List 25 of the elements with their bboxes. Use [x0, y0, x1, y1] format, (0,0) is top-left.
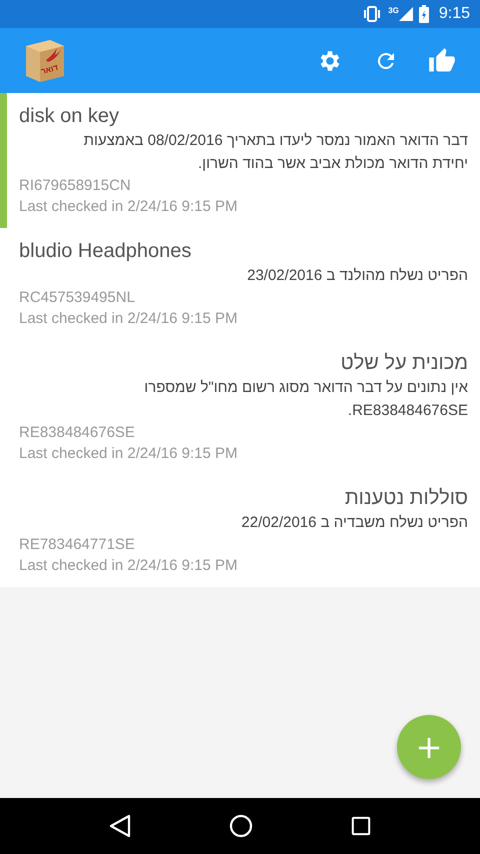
clock: 9:15	[438, 5, 470, 23]
network-type: 3G	[388, 6, 399, 15]
signal-icon	[398, 7, 413, 21]
tracking-number: RE838484676SE	[19, 423, 136, 443]
package-status: אין נתונים על דבר הדואר מסוג רשום מחו"ל שמספרו RE838484676SE.	[143, 378, 468, 421]
package-title: disk on key	[19, 104, 120, 129]
package-title: bludio Headphones	[19, 239, 192, 264]
vibrate-icon	[362, 6, 382, 22]
last-checked: Last checked in 2/24/16 9:15 PM	[19, 444, 238, 464]
last-checked: Last checked in 2/24/16 9:15 PM	[19, 556, 238, 576]
package-status: הפריט נשלח משבדיה ב 22/02/2016	[240, 513, 468, 533]
home-icon[interactable]	[229, 814, 253, 838]
back-icon[interactable]	[109, 814, 131, 838]
package-status: דבר הדואר האמור נמסר ליעדו בתאריך 08/02/2016 באמצעות יחידת הדואר מכולת אביב אשר בהוד השרון.	[82, 131, 468, 174]
last-checked: Last checked in 2/24/16 9:15 PM	[19, 309, 238, 329]
tracking-number: RC457539495NL	[19, 288, 136, 308]
last-checked: Last checked in 2/24/16 9:15 PM	[19, 197, 238, 217]
package-title: מכונית על שלט	[340, 351, 468, 376]
package-status: הפריט נשלח מהולנד ב 23/02/2016	[246, 266, 468, 286]
tracking-number: RE783464771SE	[19, 535, 136, 555]
tracking-number: RI679658915CN	[19, 176, 132, 196]
battery-icon	[418, 5, 429, 23]
thumbs-up-icon	[428, 46, 456, 74]
recents-icon[interactable]	[351, 816, 371, 836]
package-title: סוללות נטענות	[344, 486, 468, 511]
